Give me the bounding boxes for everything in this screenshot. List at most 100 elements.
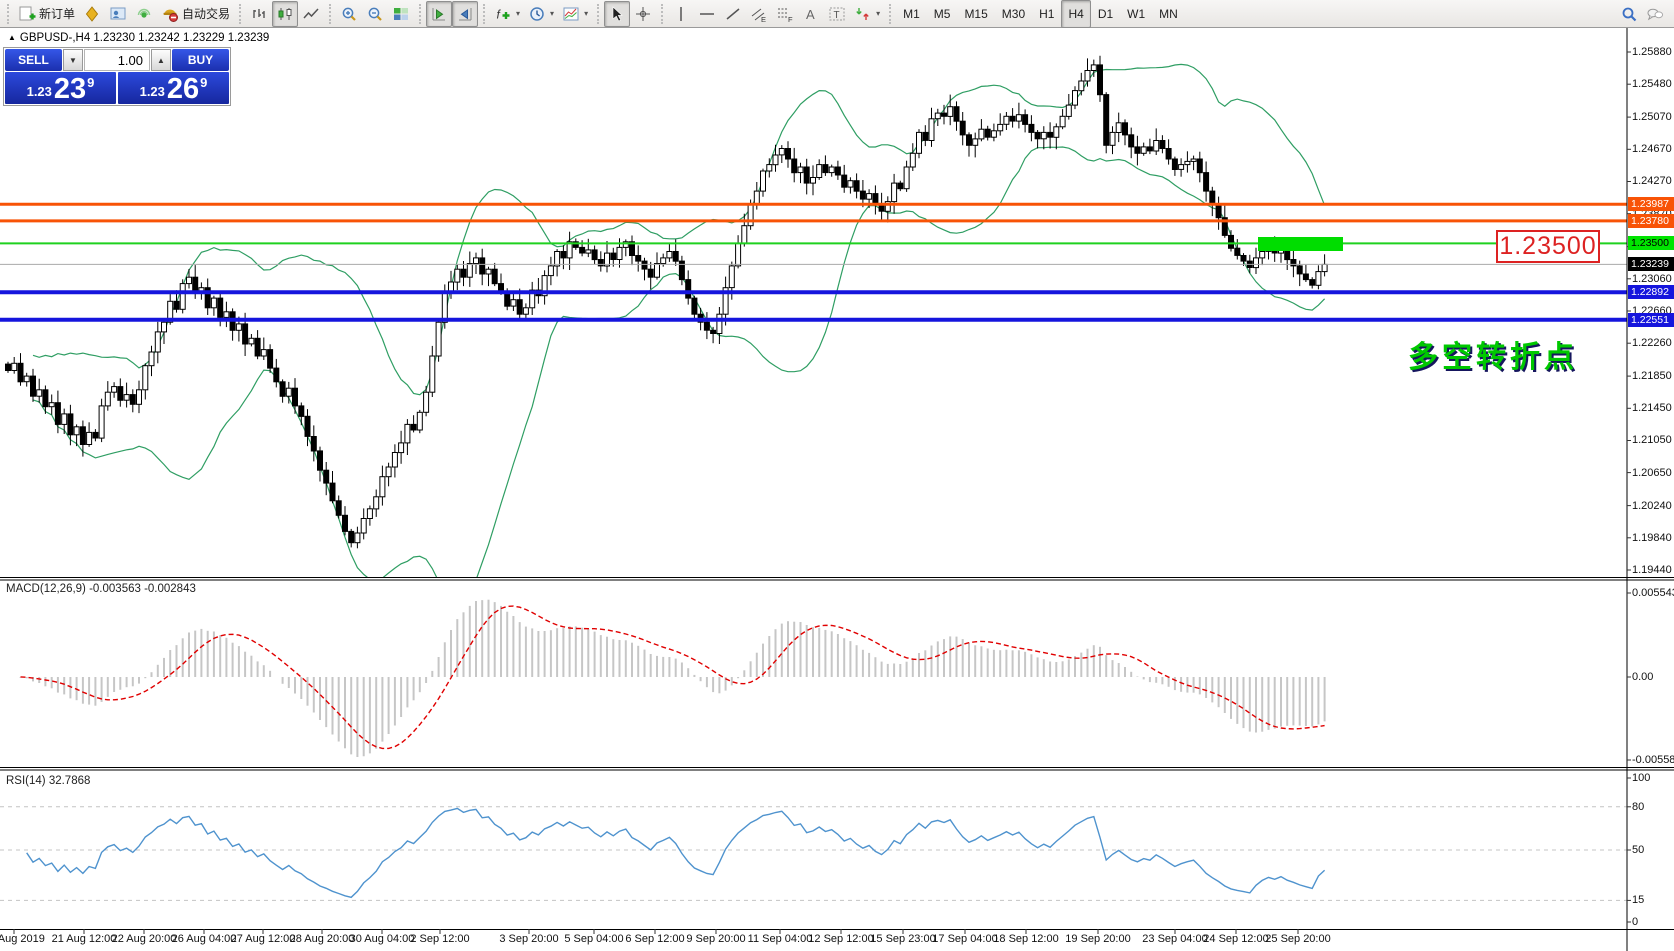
macd-histogram [21, 600, 1325, 757]
candlestick-chart-icon [276, 5, 294, 23]
price-tick-label: 80 [1632, 801, 1644, 813]
toolbar-button-zoom-in[interactable] [336, 1, 362, 27]
time-axis-label: 23 Sep 04:00 [1142, 933, 1207, 945]
chart-area[interactable]: ▲GBPUSD-,H4 1.23230 1.23242 1.23229 1.23… [0, 28, 1674, 951]
price-badge: 1.22892 [1628, 285, 1674, 299]
toolbar-button-chart-shift[interactable] [452, 1, 478, 27]
price-tick-label: 1.25480 [1632, 78, 1672, 90]
toolbar-button-label: M30 [1002, 7, 1025, 21]
price-tick-label: 100 [1632, 772, 1650, 784]
time-axis-label: 25 Sep 20:00 [1265, 933, 1330, 945]
toolbar-button-bar-chart[interactable] [246, 1, 272, 27]
toolbar-button-line-chart[interactable] [298, 1, 324, 27]
equidistant-channel-icon: E [750, 5, 768, 23]
toolbar-button-indicators[interactable]: f▾ [490, 1, 524, 27]
market-watch-icon [83, 5, 101, 23]
toolbar-button-arrows[interactable]: ▾ [850, 1, 884, 27]
toolbar-button-zoom-out[interactable] [362, 1, 388, 27]
toolbar-button-text-label[interactable]: T [824, 1, 850, 27]
macd-signal-line [21, 606, 1325, 748]
volume-decrease-button[interactable]: ▼ [63, 49, 83, 71]
toolbar-button-candlestick-chart[interactable] [272, 1, 298, 27]
pane-separators[interactable] [0, 577, 1674, 930]
toolbar-button-label: H4 [1068, 7, 1083, 21]
toolbar-button-tf-m1[interactable]: M1 [896, 0, 927, 28]
text-label-icon: T [828, 5, 846, 23]
toolbar-button-signals[interactable] [131, 1, 157, 27]
chevron-down-icon[interactable]: ▾ [550, 9, 554, 18]
toolbar-button-templates[interactable]: ▾ [558, 1, 592, 27]
toolbar-button-tile-windows[interactable] [388, 1, 414, 27]
toolbar-button-vertical-line[interactable] [668, 1, 694, 27]
toolbar-button-tf-d1[interactable]: D1 [1091, 0, 1120, 28]
signals-icon [135, 5, 153, 23]
toolbar-button-cursor[interactable] [604, 1, 630, 27]
buy-price-display[interactable]: 1.23269 [118, 72, 229, 104]
toolbar-button-tf-m15[interactable]: M15 [957, 0, 994, 28]
sell-button[interactable]: SELL [5, 49, 62, 71]
toolbar-button-new-order[interactable]: 新订单 [14, 1, 79, 27]
buy-price-sup: 9 [200, 75, 207, 90]
toolbar-button-tf-h1[interactable]: H1 [1032, 0, 1061, 28]
toolbar-button-text[interactable]: A [798, 1, 824, 27]
price-tick-label: 1.24270 [1632, 175, 1672, 187]
highlight-rectangle[interactable] [1258, 237, 1343, 251]
price-tick-label: 50 [1632, 844, 1644, 856]
toolbar-button-tf-h4[interactable]: H4 [1061, 0, 1090, 28]
axis-tick-marks [14, 52, 1631, 934]
toolbar-button-chat[interactable] [1642, 1, 1668, 27]
time-axis-label: 3 Sep 20:00 [499, 933, 558, 945]
toolbar-grip [889, 4, 891, 24]
sell-price-big: 23 [54, 76, 86, 102]
indicators-icon: f [494, 5, 512, 23]
volume-increase-button[interactable]: ▲ [151, 49, 171, 71]
buy-button[interactable]: BUY [172, 49, 229, 71]
toolbar-button-periods[interactable]: ▾ [524, 1, 558, 27]
toolbar-button-tf-mn[interactable]: MN [1152, 0, 1185, 28]
chevron-down-icon[interactable]: ▾ [516, 9, 520, 18]
price-badge: 1.23780 [1628, 214, 1674, 228]
toolbar-button-fibonacci[interactable]: F [772, 1, 798, 27]
toolbar-button-trendline[interactable] [720, 1, 746, 27]
line-chart-icon [302, 5, 320, 23]
toolbar-button-search[interactable] [1616, 1, 1642, 27]
svg-text:F: F [788, 15, 793, 23]
toolbar-button-market-watch[interactable] [79, 1, 105, 27]
auto-scroll-icon [430, 5, 448, 23]
price-badge: 1.23987 [1628, 197, 1674, 211]
toolbar-button-auto-trading[interactable]: 自动交易 [157, 1, 234, 27]
toolbar-button-tf-w1[interactable]: W1 [1120, 0, 1152, 28]
price-tick-label: 1.20240 [1632, 500, 1672, 512]
horizontal-line-icon [698, 5, 716, 23]
toolbar-grip [7, 4, 9, 24]
volume-input[interactable] [84, 49, 150, 71]
toolbar-button-auto-scroll[interactable] [426, 1, 452, 27]
toolbar-button-horizontal-line[interactable] [694, 1, 720, 27]
toolbar-button-crosshair[interactable] [630, 1, 656, 27]
time-axis-label: 21 Aug 12:00 [52, 933, 117, 945]
toolbar-button-tf-m5[interactable]: M5 [927, 0, 958, 28]
chart-annotation-text[interactable]: 多空转折点 [1408, 332, 1578, 376]
sell-price-display[interactable]: 1.23239 [5, 72, 116, 104]
time-axis-label: 22 Aug 20:00 [112, 933, 177, 945]
symbol-collapse-icon[interactable]: ▲ [8, 33, 16, 42]
toolbar-button-label: 自动交易 [182, 5, 230, 22]
price-badge: 1.23500 [1628, 236, 1674, 250]
price-tag-label[interactable]: 1.23500 [1496, 230, 1600, 263]
time-axis-label: 5 Sep 04:00 [564, 933, 623, 945]
toolbar-grip [419, 4, 421, 24]
toolbar-button-tf-m30[interactable]: M30 [995, 0, 1032, 28]
candlestick-series[interactable] [6, 56, 1328, 549]
toolbar-button-label: 新订单 [39, 5, 75, 22]
toolbar-button-navigator[interactable] [105, 1, 131, 27]
toolbar-button-equidistant-channel[interactable]: E [746, 1, 772, 27]
chart-canvas[interactable] [0, 28, 1674, 951]
tile-windows-icon [392, 5, 410, 23]
chevron-down-icon[interactable]: ▾ [584, 9, 588, 18]
cursor-icon [608, 5, 626, 23]
price-tick-label: 15 [1632, 894, 1644, 906]
chevron-down-icon[interactable]: ▾ [876, 9, 880, 18]
symbol-info: ▲GBPUSD-,H4 1.23230 1.23242 1.23229 1.23… [8, 32, 269, 44]
templates-icon [562, 5, 580, 23]
toolbar-grip [239, 4, 241, 24]
